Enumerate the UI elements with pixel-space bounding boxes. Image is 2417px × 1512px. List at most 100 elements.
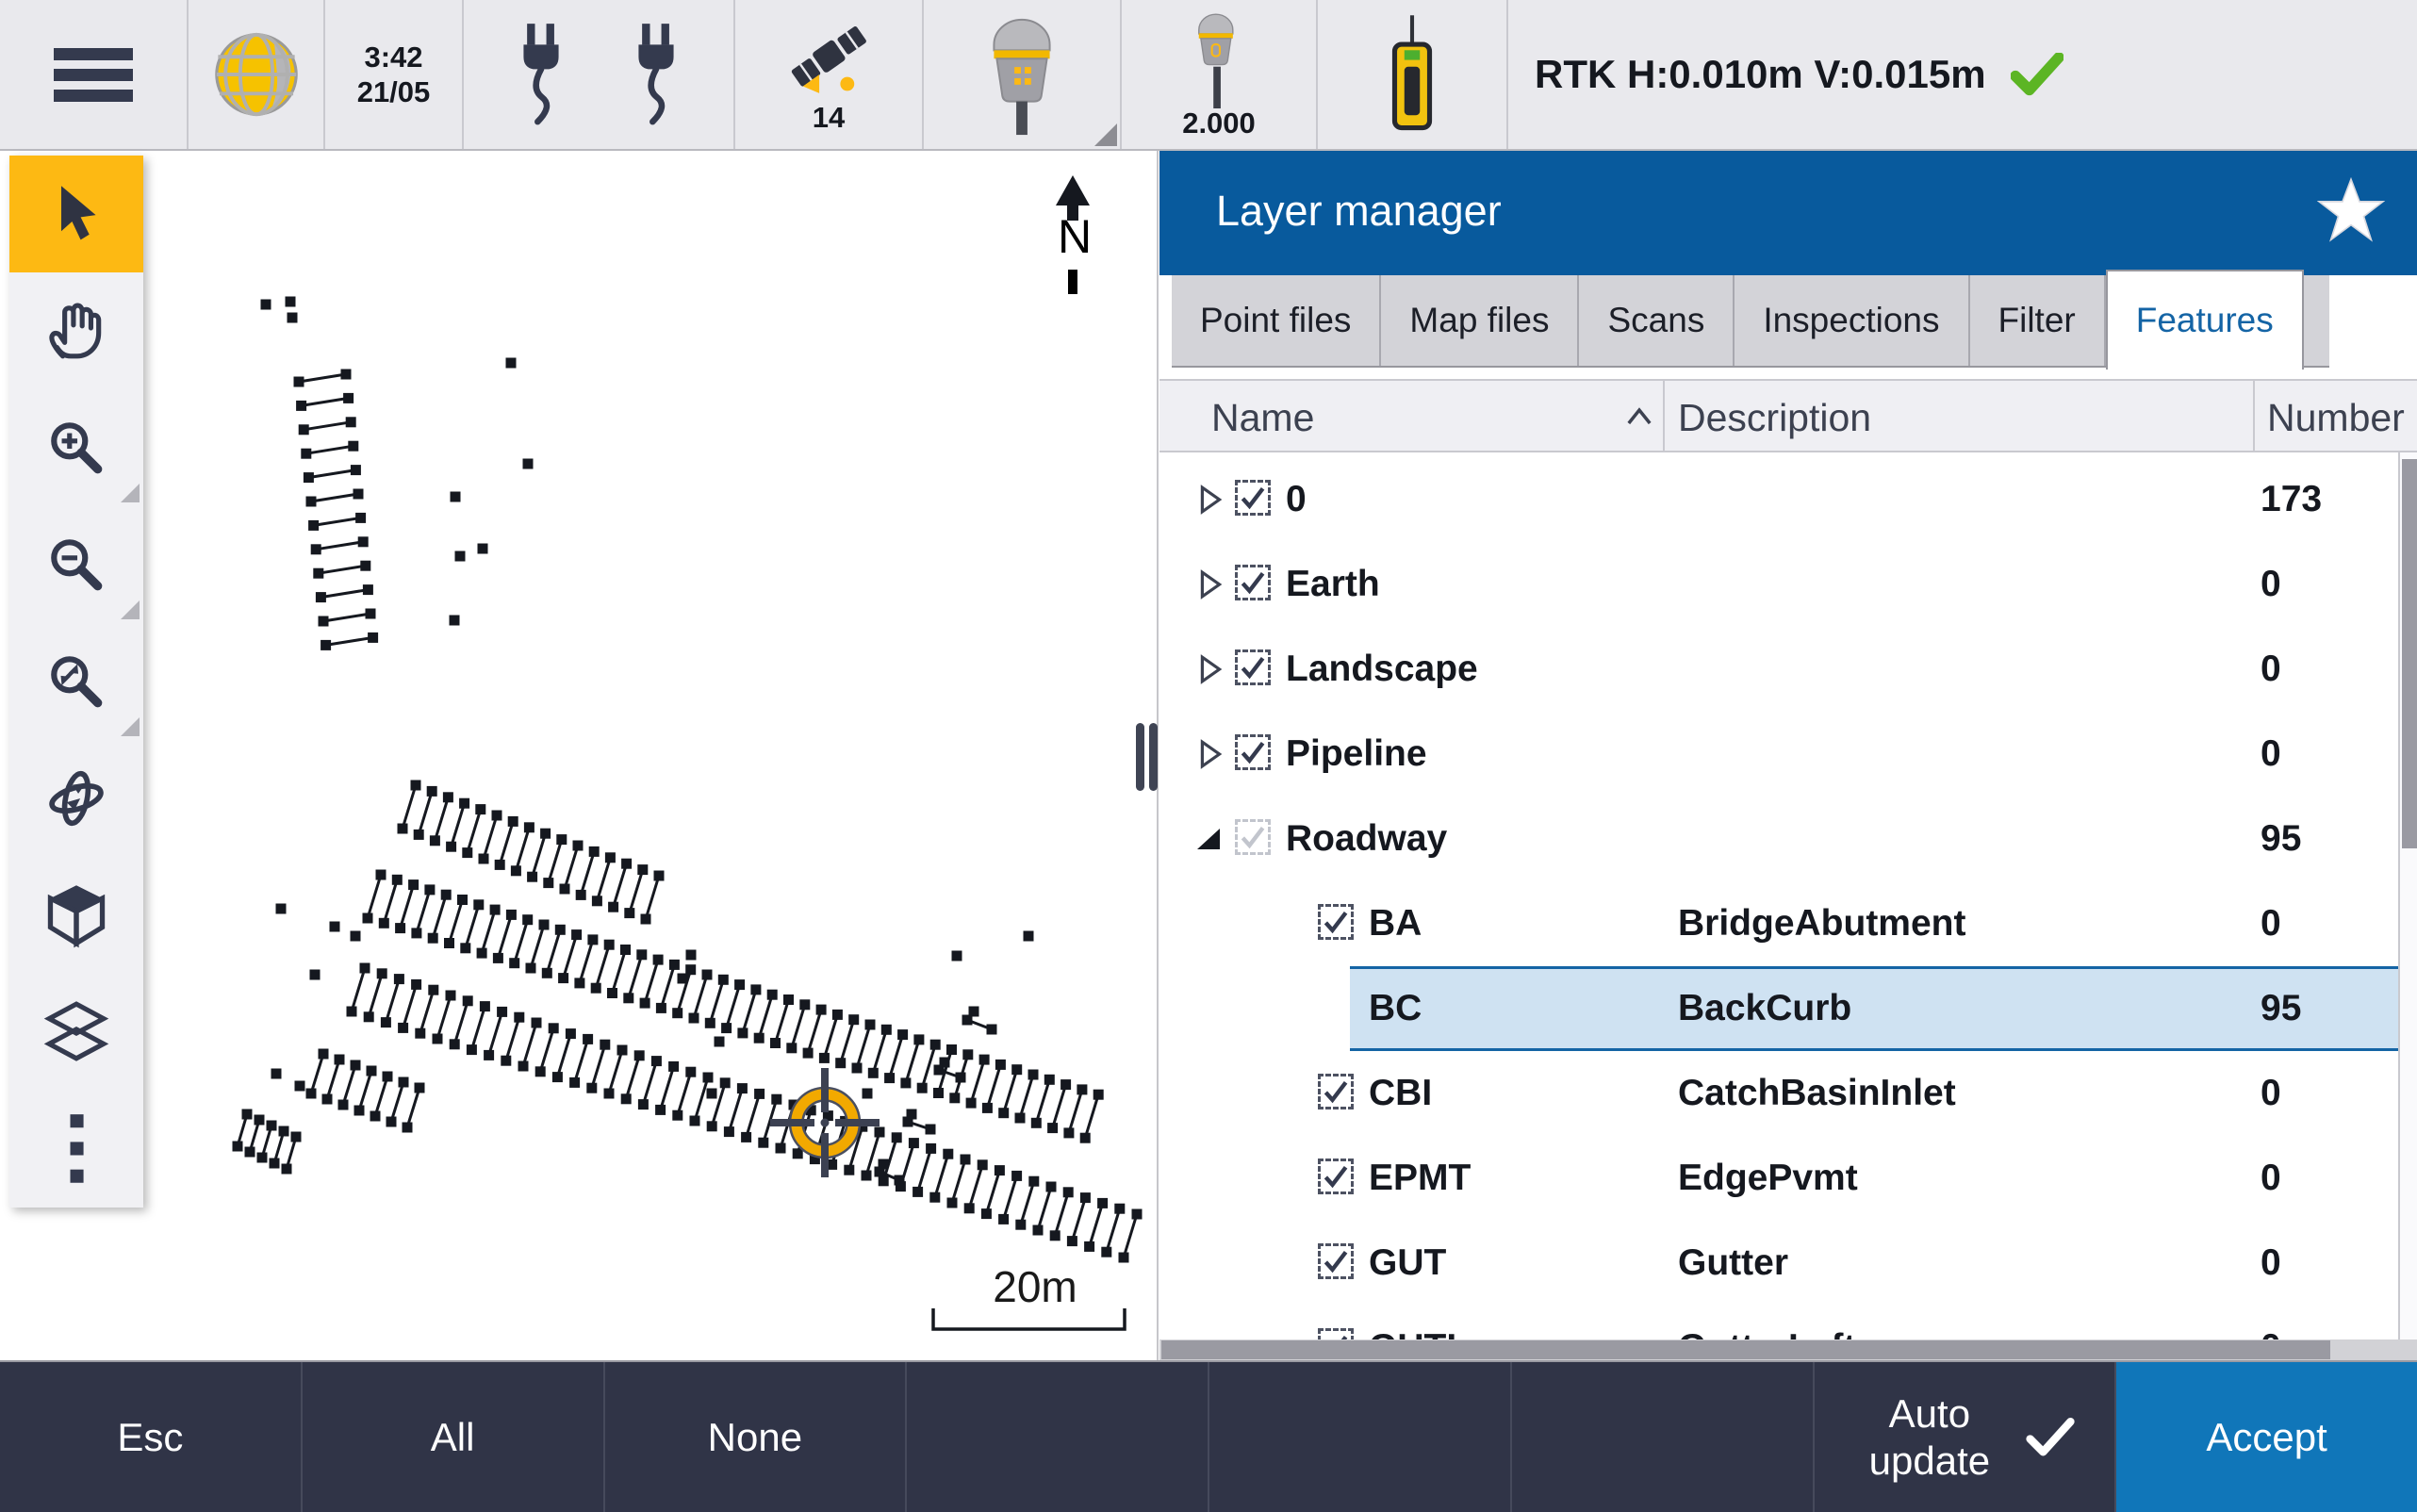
tab-scans[interactable]: Scans <box>1579 275 1735 366</box>
panel-title: Layer manager <box>1216 187 1502 236</box>
feature-row-cbi[interactable]: CBI CatchBasinInlet 0 <box>1159 1051 2417 1136</box>
antenna-height-button[interactable]: 2.000 <box>1122 0 1318 149</box>
favorite-star-icon[interactable] <box>2317 177 2385 245</box>
ellipsis-icon <box>66 1112 87 1186</box>
feature-row-gutl[interactable]: GUTL GutterLeft 0 <box>1159 1306 2417 1339</box>
north-tick <box>1068 270 1077 294</box>
expand-collapsed-icon[interactable] <box>1199 569 1224 600</box>
submenu-corner-icon <box>1094 123 1117 146</box>
orbit-icon <box>43 765 109 831</box>
feature-checkbox[interactable] <box>1318 904 1354 940</box>
satellite-count: 14 <box>813 103 845 133</box>
zoom-in-button[interactable] <box>9 389 143 506</box>
splitter-handle[interactable] <box>1136 723 1144 791</box>
layer-checkbox[interactable] <box>1235 734 1271 770</box>
gnss-receiver-button[interactable] <box>924 0 1122 149</box>
rtk-status-button[interactable]: RTK H:0.010m V:0.015m <box>1508 0 2417 149</box>
esc-button[interactable]: Esc <box>0 1362 303 1512</box>
plug-icon <box>517 22 566 127</box>
horizontal-scrollbar[interactable] <box>1159 1339 2417 1360</box>
feature-row-epmt[interactable]: EPMT EdgePvmt 0 <box>1159 1136 2417 1221</box>
connections-button[interactable] <box>464 0 735 149</box>
layer-name: 0 <box>1286 457 1307 542</box>
layer-name: Landscape <box>1286 627 1478 712</box>
layer-checkbox-partial[interactable] <box>1235 819 1271 855</box>
vertical-scrollbar-thumb[interactable] <box>2402 459 2417 848</box>
cube-icon <box>43 881 109 949</box>
more-tools-button[interactable] <box>9 1091 143 1208</box>
expand-collapsed-icon[interactable] <box>1199 739 1224 769</box>
main-menu-button[interactable] <box>0 0 189 149</box>
layer-row-landscape[interactable]: Landscape 0 <box>1159 627 2417 712</box>
column-header-name[interactable]: Name <box>1211 396 1314 440</box>
satellite-icon <box>780 16 878 103</box>
column-divider <box>2253 381 2255 452</box>
zoom-out-button[interactable] <box>9 506 143 623</box>
layer-count: 0 <box>2261 627 2281 712</box>
layers-button[interactable] <box>9 974 143 1091</box>
view-3d-button[interactable] <box>9 857 143 974</box>
column-header-description[interactable]: Description <box>1678 396 1871 440</box>
feature-checkbox[interactable] <box>1318 1243 1354 1279</box>
pan-tool-button[interactable] <box>9 272 143 389</box>
splitter-handle[interactable] <box>1149 723 1158 791</box>
table-header: Name Description Number <box>1159 379 2417 452</box>
clock-date-button[interactable]: 3:42 21/05 <box>325 0 464 149</box>
layer-checkbox[interactable] <box>1235 480 1271 516</box>
expand-collapsed-icon[interactable] <box>1199 485 1224 515</box>
globe-status-button[interactable] <box>189 0 325 149</box>
map-canvas[interactable] <box>0 151 1159 1360</box>
tab-map-files[interactable]: Map files <box>1381 275 1579 366</box>
feature-checkbox[interactable] <box>1318 1159 1354 1194</box>
feature-code: GUT <box>1369 1221 1446 1306</box>
feature-count: 0 <box>2261 881 2281 966</box>
column-divider <box>1663 381 1665 452</box>
selected-row-highlight <box>1350 966 2411 1051</box>
orbit-tool-button[interactable] <box>9 740 143 857</box>
layer-manager-panel: Layer manager Point files Map files Scan… <box>1159 151 2417 1360</box>
layer-row-roadway[interactable]: Roadway 95 <box>1159 797 2417 881</box>
layer-count: 0 <box>2261 712 2281 797</box>
north-label: N <box>1045 209 1104 264</box>
feature-row-bc-selected[interactable]: BC BackCurb 95 <box>1159 966 2417 1051</box>
feature-row-ba[interactable]: BA BridgeAbutment 0 <box>1159 881 2417 966</box>
tab-inspections[interactable]: Inspections <box>1735 275 1969 366</box>
feature-count: 0 <box>2261 1306 2281 1339</box>
hamburger-menu-icon <box>48 44 139 105</box>
layer-row-pipeline[interactable]: Pipeline 0 <box>1159 712 2417 797</box>
tab-point-files[interactable]: Point files <box>1172 275 1381 366</box>
vertical-scrollbar[interactable] <box>2398 452 2417 1339</box>
column-header-number[interactable]: Number <box>2267 396 2405 440</box>
radio-link-button[interactable] <box>1318 0 1508 149</box>
tab-features[interactable]: Features <box>2106 270 2304 370</box>
all-button[interactable]: All <box>303 1362 605 1512</box>
none-button[interactable]: None <box>605 1362 908 1512</box>
checkmark-icon <box>1322 908 1350 936</box>
pan-hand-icon <box>43 298 109 364</box>
layer-checkbox[interactable] <box>1235 649 1271 685</box>
feature-checkbox[interactable] <box>1318 1074 1354 1109</box>
feature-code: BA <box>1369 881 1422 966</box>
expand-expanded-icon[interactable] <box>1195 828 1222 852</box>
checkmark-icon <box>1239 738 1267 766</box>
feature-count: 0 <box>2261 1136 2281 1221</box>
layer-name: Earth <box>1286 542 1380 627</box>
time-value: 3:42 <box>364 40 422 74</box>
expand-collapsed-icon[interactable] <box>1199 654 1224 684</box>
feature-row-gut[interactable]: GUT Gutter 0 <box>1159 1221 2417 1306</box>
accept-button[interactable]: Accept <box>2116 1362 2417 1512</box>
horizontal-scrollbar-thumb[interactable] <box>1161 1340 2330 1359</box>
plug-icon <box>632 22 681 127</box>
feature-checkbox[interactable] <box>1318 1328 1354 1339</box>
satellites-button[interactable]: 14 <box>735 0 924 149</box>
zoom-extents-button[interactable] <box>9 623 143 740</box>
select-tool-button[interactable] <box>9 156 143 272</box>
layer-row-0[interactable]: 0 173 <box>1159 457 2417 542</box>
tab-filter[interactable]: Filter <box>1970 275 2106 366</box>
layer-row-earth[interactable]: Earth 0 <box>1159 542 2417 627</box>
feature-description: BridgeAbutment <box>1678 881 1966 966</box>
scale-label: 20m <box>941 1261 1129 1312</box>
checkmark-icon <box>1239 823 1267 851</box>
auto-update-button[interactable]: Auto update <box>1815 1362 2117 1512</box>
layer-checkbox[interactable] <box>1235 565 1271 600</box>
